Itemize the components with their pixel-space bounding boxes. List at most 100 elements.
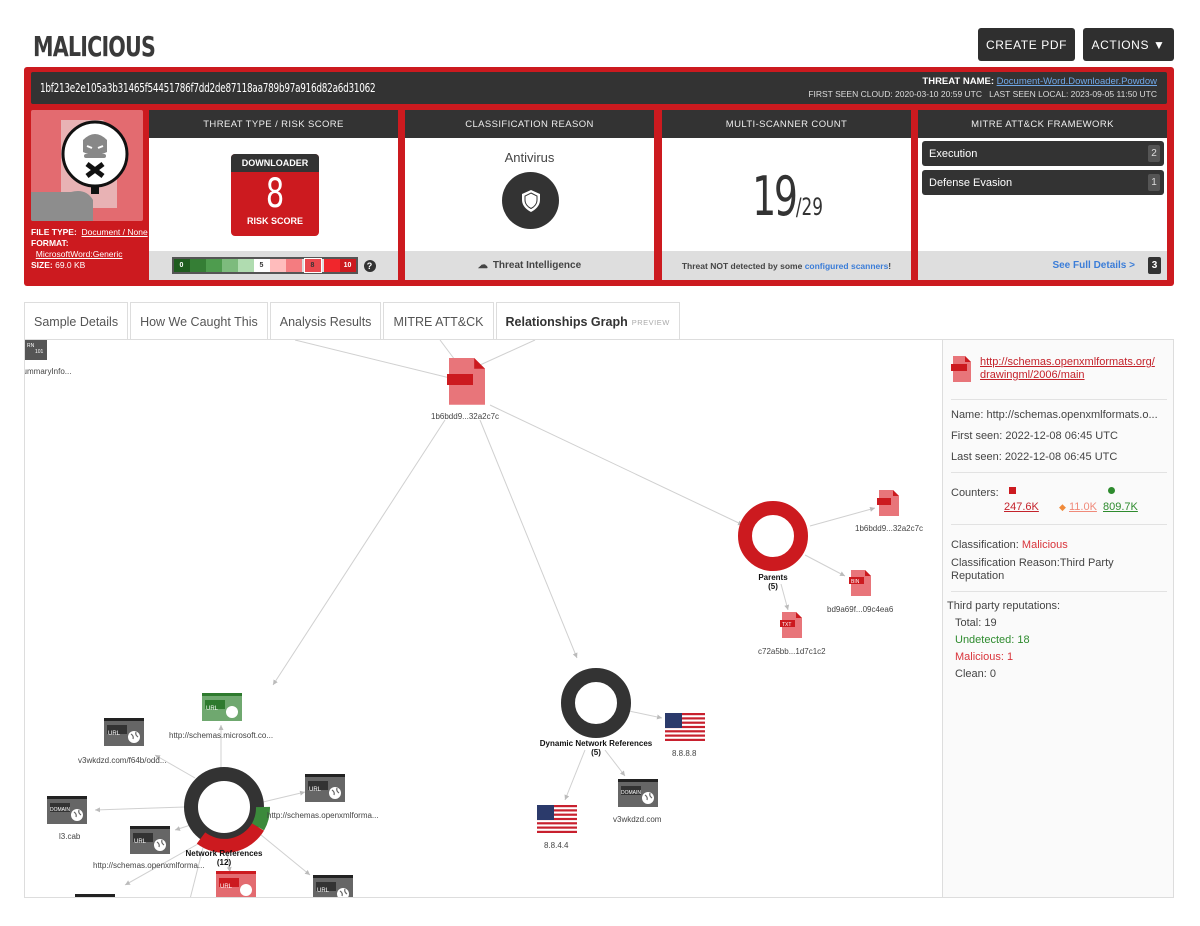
risk-scale-cell [285, 259, 302, 272]
node-last-seen: Last seen: 2022-12-08 06:45 UTC [951, 451, 1118, 463]
dynamic-refs-donut [561, 668, 631, 738]
graph-node-network-refs[interactable]: Network References (12) [184, 767, 270, 867]
bin-icon-label: RN [27, 343, 35, 349]
hash-bar: 1bf213e2e105a3b31465f54451786f7dd2de8711… [31, 72, 1167, 104]
file-size: 69.0 KB [55, 260, 86, 270]
mitre-panel: MITRE ATT&CK FRAMEWORK Execution 2 Defen… [918, 110, 1167, 280]
mitre-item-label: Defense Evasion [929, 176, 1013, 189]
graph-node-parent-1[interactable]: 1b6bdd9...32a2c7c [855, 490, 923, 533]
scanner-footer-end: ! [888, 260, 892, 271]
mitre-footer: See Full Details > 3 [918, 251, 1167, 280]
help-icon[interactable]: ? [363, 259, 376, 272]
tab-analysis-results[interactable]: Analysis Results [269, 302, 382, 340]
reputations-clean: Clean: 0 [955, 668, 996, 680]
graph-node-parents[interactable]: Parents (5) [738, 501, 808, 591]
node-name: Name: http://schemas.openxmlformats.o... [951, 409, 1158, 421]
threat-summary: 1bf213e2e105a3b31465f54451786f7dd2de8711… [24, 67, 1174, 286]
graph-node-domain-cab[interactable]: DOMAIN l3.cab [46, 795, 88, 841]
scanner-footer: Threat NOT detected by some configured s… [662, 251, 911, 280]
graph-canvas[interactable]: RN 101 tSummaryInfo... 1b6bdd9...32a2c7c… [25, 340, 942, 898]
scanner-count: 19/29 [662, 165, 911, 228]
graph-node-url-microsoft[interactable]: URL http://schemas.microsoft.co... [169, 693, 273, 740]
tab-label: Relationships Graph [505, 315, 628, 329]
classification-reason-text: Classification Reason:Third Party Reputa… [951, 557, 1114, 582]
node-url-link-line2[interactable]: drawingml/2006/main [980, 369, 1085, 381]
risk-scale-cell [269, 259, 286, 272]
tab-bar: Sample Details How We Caught This Analys… [24, 302, 682, 341]
actions-dropdown-button[interactable]: ACTIONS ▼ [1083, 28, 1174, 61]
tab-label: How We Caught This [140, 314, 258, 329]
reputations-malicious: Malicious: 1 [955, 651, 1014, 663]
classification-panel-header: CLASSIFICATION REASON [405, 110, 654, 138]
file-type-link[interactable]: Document / None [82, 227, 148, 237]
graph-node-url-openxml-2[interactable]: URL http://schemas.openxmlforma... [93, 825, 205, 870]
last-seen-local: LAST SEEN LOCAL: 2023-09-05 11:50 UTC [989, 89, 1157, 99]
configured-scanners-link[interactable]: configured scanners [805, 261, 889, 271]
reputations-section: Third party reputations: Total: 19 Undet… [943, 592, 1173, 683]
graph-node-url-malicious[interactable]: URL [216, 871, 256, 898]
classification-reason: Antivirus [504, 150, 555, 165]
tab-label: Analysis Results [279, 314, 372, 329]
dynamic-refs-count: (5) [591, 748, 601, 757]
risk-scale-cell [237, 259, 254, 272]
risk-panel-header: THREAT TYPE / RISK SCORE [149, 110, 398, 138]
counter-known[interactable]: 809.7K [1103, 501, 1138, 513]
known-dot-icon [1108, 487, 1115, 494]
sha256-hash: 1bf213e2e105a3b31465f54451786f7dd2de8711… [40, 81, 376, 95]
graph-node-root[interactable]: 1b6bdd9...32a2c7c [431, 358, 499, 421]
bin-icon-digits: 101 [35, 349, 44, 355]
mitre-item-execution[interactable]: Execution 2 [922, 141, 1164, 166]
graph-node-url-v3wkdzd[interactable]: URL v3wkdzd.com/f64b/odd... [78, 717, 167, 765]
see-full-details-link[interactable]: See Full Details > [1052, 260, 1135, 271]
counter-suspicious[interactable]: 11.0K [1069, 501, 1097, 513]
classification-value: Malicious [1021, 539, 1068, 551]
risk-scale-footer: 0 5 8 10 ? [149, 251, 398, 280]
scanner-total: /29 [795, 193, 823, 221]
counters-section: Counters: 247.6K ◆ 11.0K 809.7K [951, 473, 1167, 525]
graph-node-parent-3[interactable]: TXT c72a5bb...1d7c1c2 [758, 612, 826, 656]
url-icon-label: URL [206, 706, 219, 712]
mitre-item-defense-evasion[interactable]: Defense Evasion 1 [922, 170, 1164, 195]
tab-relationships-graph[interactable]: Relationships Graph PREVIEW [495, 302, 680, 341]
tab-sample-details[interactable]: Sample Details [24, 302, 129, 340]
document-file-icon [951, 356, 971, 382]
cloud-nodes-icon: ☁ [477, 260, 488, 271]
graph-node-parent-2[interactable]: BIN bd9a69f...09c4ea6 [827, 570, 894, 614]
parents-title: Parents [758, 573, 788, 582]
node-url-link-line1[interactable]: http://schemas.openxmlformats.org/ [980, 356, 1155, 368]
risk-scale-bar: 0 5 8 10 [171, 257, 358, 274]
counter-malicious[interactable]: 247.6K [1004, 501, 1039, 513]
graph-node-bottom-left[interactable] [74, 893, 116, 898]
file-type-label: FILE TYPE: [31, 227, 77, 237]
node-first-seen: First seen: 2022-12-08 06:45 UTC [951, 430, 1118, 442]
parents-donut [738, 501, 808, 571]
suspicious-diamond-icon: ◆ [1059, 502, 1066, 512]
malicious-square-icon [1009, 487, 1016, 494]
bin-icon-label: BIN [851, 579, 860, 585]
multi-scanner-panel: MULTI-SCANNER COUNT 19/29 Threat NOT det… [662, 110, 911, 280]
graph-node-ip-8888[interactable]: 8.8.8.8 [665, 713, 705, 758]
graph-node-summaryinfo[interactable]: RN 101 tSummaryInfo... [25, 340, 71, 376]
network-refs-title: Network References [186, 849, 263, 858]
url-icon-label: URL [134, 839, 147, 845]
tab-how-we-caught-this[interactable]: How We Caught This [130, 302, 268, 340]
node-label: l3.cab [59, 832, 81, 841]
reputations-label: Third party reputations: [947, 600, 1061, 612]
graph-node-domain-v3wkdzd[interactable]: DOMAIN v3wkdzd.com [613, 778, 662, 824]
reputations-undetected: Undetected: 18 [955, 634, 1030, 646]
graph-node-ip-8844[interactable]: 8.8.4.4 [537, 805, 577, 850]
format-link[interactable]: MicrosoftWord:Generic [36, 249, 123, 259]
risk-score-value: 8 [265, 171, 285, 217]
graph-node-dynamic-network-refs[interactable]: Dynamic Network References (5) [540, 668, 653, 757]
threat-name-row: THREAT NAME: Document-Word.Downloader.Po… [922, 76, 1157, 87]
domain-icon-label: DOMAIN [621, 790, 641, 796]
tab-mitre-attack[interactable]: MITRE ATT&CK [383, 302, 494, 340]
url-icon [74, 893, 116, 897]
url-icon-label: URL [108, 731, 121, 737]
mitre-item-label: Execution [929, 147, 978, 160]
graph-node-url-bottom-right[interactable]: URL [312, 874, 354, 898]
relationships-graph[interactable]: RN 101 tSummaryInfo... 1b6bdd9...32a2c7c… [24, 339, 1174, 898]
create-pdf-button[interactable]: CREATE PDF [978, 28, 1075, 61]
tab-label: Sample Details [34, 314, 119, 329]
threat-name-link[interactable]: Document-Word.Downloader.Powdow [997, 76, 1157, 87]
